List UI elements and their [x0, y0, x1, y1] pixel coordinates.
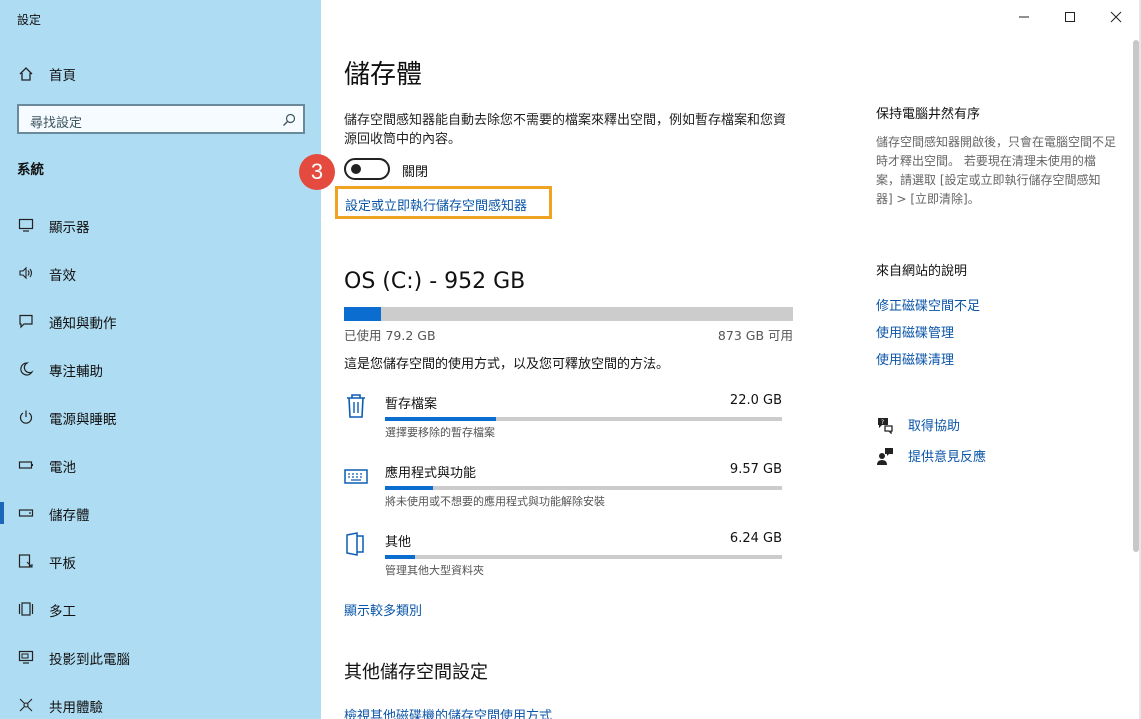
- tablet-icon: [17, 552, 35, 570]
- toggle-knob: [351, 164, 361, 174]
- category-name: 其他: [385, 535, 412, 550]
- storage-sense-description: 儲存空間感知器能自動去除您不需要的檔案來釋出空間，例如暫存檔案和您資源回收筒中的…: [344, 113, 787, 147]
- category-size: 6.24 GB: [729, 531, 782, 546]
- category-name: 暫存檔案: [385, 397, 438, 412]
- category-bar: [385, 417, 782, 421]
- battery-icon: [17, 456, 35, 474]
- category-bar-fill: [385, 555, 415, 559]
- sidebar-item-display[interactable]: 顯示器: [0, 205, 321, 245]
- sidebar-item-label: 共用體驗: [49, 700, 103, 716]
- sidebar-item-label: 多工: [49, 604, 76, 620]
- nav-home-label: 首頁: [49, 68, 76, 84]
- show-more-categories-link[interactable]: 顯示較多類別: [344, 600, 422, 619]
- sidebar-item-multitasking[interactable]: 多工: [0, 589, 321, 629]
- monitor-icon: [17, 216, 35, 234]
- maximize-button[interactable]: [1047, 0, 1093, 34]
- usage-description: 這是您儲存空間的使用方式，以及您可釋放空間的方法。: [344, 357, 670, 372]
- category-subtitle: 管理其他大型資料夾: [385, 564, 484, 577]
- toggle-state-label: 關閉: [402, 165, 429, 180]
- category-bar: [385, 486, 782, 490]
- sidebar-item-project[interactable]: 投影到此電腦: [0, 637, 321, 677]
- sidebar-item-sound[interactable]: 音效: [0, 253, 321, 293]
- web-link-fix-low-disk[interactable]: 修正磁碟空間不足: [876, 295, 980, 314]
- category-bar: [385, 555, 782, 559]
- web-link-disk-management[interactable]: 使用磁碟管理: [876, 322, 954, 341]
- drive-free-label: 873 GB 可用: [717, 328, 793, 343]
- sidebar-item-notifications[interactable]: 通知與動作: [0, 301, 321, 341]
- view-other-drives-link[interactable]: 檢視其他磁碟機的儲存空間使用方式: [344, 705, 552, 719]
- sidebar-item-battery[interactable]: 電池: [0, 445, 321, 485]
- category-other[interactable]: 其他 6.24 GB 管理其他大型資料夾: [344, 531, 784, 591]
- nav-home[interactable]: 首頁: [0, 58, 321, 90]
- keyboard-icon: [344, 462, 368, 488]
- sidebar-item-label: 音效: [49, 268, 76, 284]
- sidebar-item-label: 投影到此電腦: [49, 652, 130, 668]
- drive-used-label: 已使用 79.2 GB: [344, 328, 436, 343]
- sidebar-item-label: 平板: [49, 556, 76, 572]
- folder-icon: [344, 531, 368, 557]
- category-size: 9.57 GB: [729, 462, 782, 477]
- sidebar-item-shared[interactable]: 共用體驗: [0, 685, 321, 719]
- window-title: 設定: [17, 13, 42, 27]
- category-subtitle: 將未使用或不想要的應用程式與功能解除安裝: [385, 495, 605, 508]
- moon-icon: [17, 360, 35, 378]
- sidebar-item-power-sleep[interactable]: 電源與睡眠: [0, 397, 321, 437]
- category-apps-features[interactable]: 應用程式與功能 9.57 GB 將未使用或不想要的應用程式與功能解除安裝: [344, 462, 784, 522]
- section-label: 系統: [17, 162, 44, 178]
- share-icon: [17, 696, 35, 714]
- feedback-icon: [876, 447, 894, 465]
- category-bar-fill: [385, 486, 433, 490]
- category-temp-files[interactable]: 暫存檔案 22.0 GB 選擇要移除的暫存檔案: [344, 393, 784, 453]
- sidebar: 設定 首頁 尋找設定 系統 顯示器 音效 通知與動作 專注輔助 電源與睡眠 電池…: [0, 0, 321, 719]
- sidebar-item-focus-assist[interactable]: 專注輔助: [0, 349, 321, 389]
- search-input[interactable]: 尋找設定: [17, 104, 305, 134]
- storage-sense-toggle[interactable]: [344, 158, 390, 180]
- sidebar-item-label: 電池: [49, 460, 76, 476]
- other-storage-settings-title: 其他儲存空間設定: [344, 662, 488, 683]
- drive-usage-bar: [344, 307, 793, 321]
- drive-usage-fill: [344, 307, 382, 321]
- page-title: 儲存體: [344, 60, 423, 90]
- step-badge: 3: [299, 154, 335, 190]
- category-subtitle: 選擇要移除的暫存檔案: [385, 426, 495, 439]
- close-icon: [1110, 8, 1122, 27]
- sidebar-item-tablet[interactable]: 平板: [0, 541, 321, 581]
- get-help-label: 取得協助: [908, 419, 961, 434]
- project-icon: [17, 648, 35, 666]
- power-icon: [17, 408, 35, 426]
- maximize-icon: [1064, 8, 1076, 27]
- tidy-heading: 保持電腦井然有序: [876, 107, 981, 122]
- sidebar-item-storage[interactable]: 儲存體: [0, 493, 321, 533]
- sidebar-item-label: 電源與睡眠: [49, 412, 117, 428]
- speaker-icon: [17, 264, 35, 282]
- web-link-disk-cleanup[interactable]: 使用磁碟清理: [876, 349, 954, 368]
- category-size: 22.0 GB: [729, 393, 782, 408]
- web-help-heading: 來自網站的說明: [876, 264, 968, 279]
- sidebar-item-label: 專注輔助: [49, 364, 103, 380]
- sidebar-item-label: 通知與動作: [49, 316, 117, 332]
- storage-icon: [17, 504, 35, 522]
- category-bar-fill: [385, 417, 497, 421]
- minimize-icon: [1018, 8, 1030, 27]
- home-icon: [17, 65, 35, 83]
- minimize-button[interactable]: [1001, 0, 1047, 34]
- category-name: 應用程式與功能: [385, 466, 477, 481]
- trash-icon: [344, 393, 368, 419]
- svg-text:?: ?: [881, 419, 884, 426]
- feedback-label: 提供意見反應: [908, 450, 987, 465]
- active-indicator: [0, 502, 4, 524]
- search-placeholder: 尋找設定: [30, 116, 83, 131]
- search-icon[interactable]: [282, 112, 296, 126]
- close-button[interactable]: [1093, 0, 1139, 34]
- help-chat-icon: ?: [876, 416, 894, 435]
- multitask-icon: [17, 600, 35, 618]
- configure-storage-sense-link[interactable]: 設定或立即執行儲存空間感知器: [345, 195, 527, 214]
- sidebar-item-label: 顯示器: [49, 220, 90, 236]
- tidy-text: 儲存空間感知器開啟後，只會在電腦空間不足時才釋出空間。 若要現在清理未使用的檔案…: [876, 135, 1117, 206]
- message-icon: [17, 312, 35, 330]
- sidebar-item-label: 儲存體: [49, 508, 90, 524]
- drive-title: OS (C:) - 952 GB: [344, 269, 526, 294]
